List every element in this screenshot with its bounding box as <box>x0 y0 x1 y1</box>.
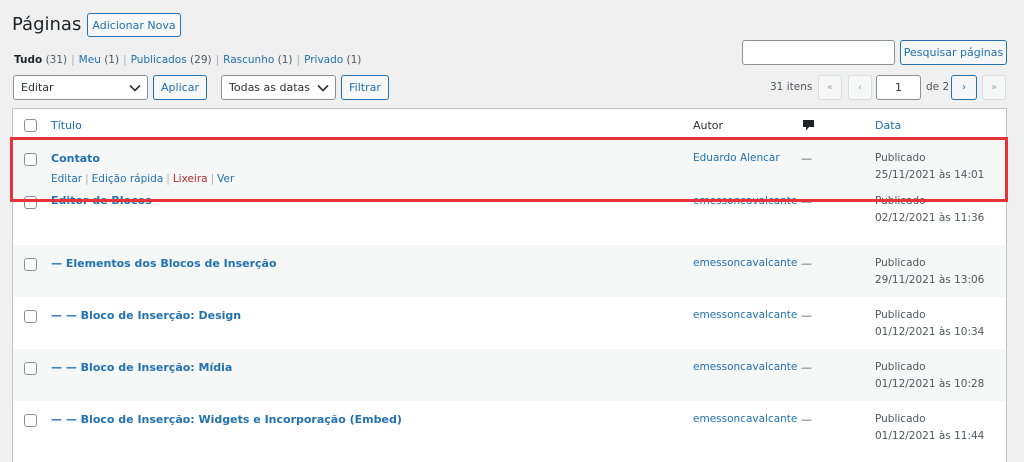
publish-status: Publicado <box>875 152 926 164</box>
bulk-action-select[interactable]: Editar <box>13 75 148 100</box>
table-row: Contato Editar | Edição rápida | Lixeira | Ver… <box>13 140 1006 201</box>
author-link[interactable]: emessoncavalcante <box>693 195 797 207</box>
page-title: Páginas <box>12 14 82 35</box>
comment-count: — <box>801 309 812 322</box>
publish-status: Publicado <box>875 309 926 321</box>
last-page-button[interactable]: » <box>982 75 1006 100</box>
publish-date: 01/12/2021 às 10:34 <box>875 326 985 338</box>
pages-table: Título Autor Data Contato Editar | Edição … <box>12 108 1007 462</box>
view-draft-count: (1) <box>277 54 293 66</box>
bulk-action-value: Editar <box>21 81 54 94</box>
row-checkbox[interactable] <box>24 310 37 323</box>
separator: | <box>166 173 170 185</box>
items-count: 31 itens <box>770 81 813 93</box>
row-actions: Editar | Edição rápida | Lixeira | Ver <box>51 173 234 185</box>
publish-status: Publicado <box>875 257 926 269</box>
page-title-link[interactable]: — — Bloco de Inserção: Design <box>51 309 241 322</box>
table-header: Título Autor Data <box>13 109 1006 140</box>
trash-link[interactable]: Lixeira <box>173 173 208 185</box>
separator: | <box>71 54 75 66</box>
separator: | <box>215 54 220 66</box>
date-filter-value: Todas as datas <box>229 81 311 94</box>
first-page-button[interactable]: « <box>818 75 842 100</box>
page-title-link[interactable]: Editor de Blocos <box>51 194 152 207</box>
row-checkbox[interactable] <box>24 258 37 271</box>
separator: | <box>123 54 127 66</box>
search-input[interactable] <box>742 40 895 65</box>
table-row: — — Bloco de Inserção: Mídia emessoncava… <box>13 349 1006 401</box>
publish-status: Publicado <box>875 195 926 207</box>
quick-edit-link[interactable]: Edição rápida <box>92 173 164 185</box>
view-private-count: (1) <box>346 54 362 66</box>
add-new-button[interactable]: Adicionar Nova <box>87 13 181 37</box>
row-checkbox[interactable] <box>24 362 37 375</box>
filter-button[interactable]: Filtrar <box>341 75 389 100</box>
page-title-link[interactable]: — — Bloco de Inserção: Mídia <box>51 361 232 374</box>
page-title-link[interactable]: — Elementos dos Blocos de Inserção <box>51 257 277 270</box>
row-checkbox[interactable] <box>24 414 37 427</box>
edit-link[interactable]: Editar <box>51 173 82 185</box>
publish-date: 01/12/2021 às 11:44 <box>875 430 985 442</box>
column-date[interactable]: Data <box>875 119 901 132</box>
publish-status: Publicado <box>875 361 926 373</box>
comment-count: — <box>801 413 812 426</box>
row-checkbox[interactable] <box>24 153 37 166</box>
table-row: Editor de Blocos emessoncavalcante — Pub… <box>13 194 1006 250</box>
separator: | <box>210 173 215 185</box>
column-author: Autor <box>693 119 724 132</box>
table-row: — — Bloco de Inserção: Design emessoncav… <box>13 297 1006 349</box>
prev-page-button[interactable]: ‹ <box>848 75 872 100</box>
view-link[interactable]: Ver <box>217 173 234 185</box>
publish-date: 02/12/2021 às 11:36 <box>875 212 985 224</box>
view-all[interactable]: Tudo <box>14 54 42 66</box>
view-filters: Tudo (31) | Meu (1) | Publicados (29) | Rascun… <box>14 54 361 66</box>
table-row: — — Bloco de Inserção: Widgets e Incorpo… <box>13 401 1006 453</box>
date-filter-select[interactable]: Todas as datas <box>221 75 336 100</box>
publish-date: 29/11/2021 às 13:06 <box>875 274 985 286</box>
view-published-count: (29) <box>190 54 212 66</box>
current-page-input[interactable]: 1 <box>876 75 921 100</box>
publish-status: Publicado <box>875 413 926 425</box>
view-published[interactable]: Publicados <box>131 54 187 66</box>
comment-count: — <box>801 195 812 208</box>
total-pages: de 2 <box>926 81 950 93</box>
next-page-button[interactable]: › <box>951 75 977 100</box>
comment-count: — <box>801 152 812 165</box>
separator: | <box>296 54 301 66</box>
author-link[interactable]: emessoncavalcante <box>693 361 797 373</box>
comment-count: — <box>801 361 812 374</box>
author-link[interactable]: emessoncavalcante <box>693 413 797 425</box>
publish-date: 01/12/2021 às 10:28 <box>875 378 985 390</box>
separator: | <box>85 173 89 185</box>
table-row: — Elementos dos Blocos de Inserção emess… <box>13 245 1006 297</box>
view-mine[interactable]: Meu <box>79 54 101 66</box>
column-title[interactable]: Título <box>51 119 82 132</box>
comment-icon[interactable] <box>802 119 815 132</box>
author-link[interactable]: emessoncavalcante <box>693 309 797 321</box>
select-all-checkbox[interactable] <box>24 119 37 132</box>
author-link[interactable]: Eduardo Alencar <box>693 152 780 164</box>
view-private[interactable]: Privado <box>304 54 343 66</box>
publish-date: 25/11/2021 às 14:01 <box>875 169 985 181</box>
chevron-down-icon <box>129 84 141 92</box>
view-all-count: (31) <box>45 54 68 66</box>
page-title-link[interactable]: — — Bloco de Inserção: Widgets e Incorpo… <box>51 413 402 426</box>
view-draft[interactable]: Rascunho <box>223 54 274 66</box>
row-checkbox[interactable] <box>24 196 37 209</box>
author-link[interactable]: emessoncavalcante <box>693 257 797 269</box>
apply-button[interactable]: Aplicar <box>153 75 207 100</box>
chevron-down-icon <box>317 84 329 92</box>
view-mine-count: (1) <box>104 54 120 66</box>
search-button[interactable]: Pesquisar páginas <box>900 40 1007 65</box>
comment-count: — <box>801 257 812 270</box>
page-title-link[interactable]: Contato <box>51 152 100 165</box>
